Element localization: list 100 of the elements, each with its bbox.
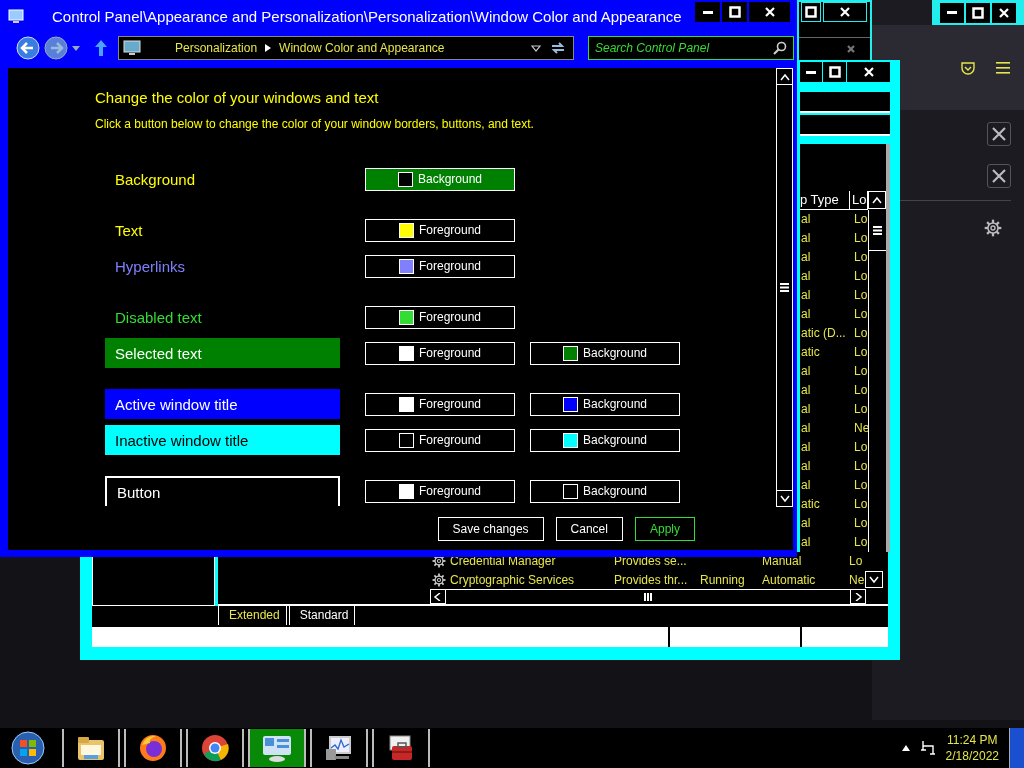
table-cell-text: al bbox=[800, 363, 812, 380]
network-button[interactable] bbox=[919, 740, 936, 756]
taskbar-app[interactable] bbox=[310, 729, 368, 767]
grip-icon bbox=[873, 225, 882, 235]
scroll-right-button[interactable] bbox=[850, 589, 866, 604]
table-cell-text: Lo bbox=[853, 363, 868, 380]
chevron-right-icon bbox=[853, 592, 863, 601]
table-cell-text: Lo bbox=[853, 230, 868, 247]
taskbar-app[interactable] bbox=[186, 729, 244, 767]
close-icon bbox=[991, 126, 1007, 142]
tray-expand-button[interactable] bbox=[901, 745, 910, 751]
forward-button[interactable] bbox=[44, 36, 68, 60]
history-dropdown[interactable] bbox=[72, 45, 80, 51]
pocket-icon bbox=[960, 59, 976, 76]
close-button[interactable] bbox=[992, 2, 1016, 23]
minimize-button[interactable] bbox=[940, 2, 964, 23]
breadcrumb-item[interactable]: Window Color and Appearance bbox=[279, 41, 445, 55]
minimize-button[interactable] bbox=[800, 62, 822, 82]
color-button[interactable]: Foreground bbox=[365, 341, 515, 365]
column-header[interactable]: p Type bbox=[800, 191, 850, 210]
address-bar[interactable]: Personalization Window Color and Appearance bbox=[118, 36, 574, 60]
maximize-button[interactable] bbox=[822, 62, 847, 82]
gear-icon bbox=[432, 572, 446, 587]
pocket-button[interactable] bbox=[960, 59, 976, 76]
table-cell-text: atic bbox=[800, 496, 821, 513]
chevron-down-icon bbox=[779, 494, 790, 503]
maximize-button[interactable] bbox=[722, 2, 747, 22]
close-button[interactable] bbox=[749, 2, 790, 22]
minimize-button[interactable] bbox=[695, 2, 720, 22]
table-cell-text: Lo bbox=[853, 382, 868, 399]
color-button[interactable]: Foreground bbox=[365, 392, 515, 416]
search-box[interactable]: Search Control Panel bbox=[588, 36, 794, 60]
color-button[interactable]: Foreground bbox=[365, 218, 515, 242]
caret-icon bbox=[72, 45, 80, 51]
start-orb-icon bbox=[11, 731, 45, 765]
action-button[interactable]: Cancel bbox=[555, 516, 623, 541]
table-cell-text: Lo bbox=[849, 554, 864, 569]
table-cell-text: Automatic bbox=[762, 572, 817, 587]
table-cell-text: Lo bbox=[853, 515, 868, 532]
service-name[interactable]: Credential Manager bbox=[450, 554, 614, 569]
table-cell-text: Lo bbox=[853, 325, 868, 342]
scroll-down-button[interactable] bbox=[777, 490, 792, 506]
clock[interactable]: 11:24 PM 2/18/2022 bbox=[945, 732, 999, 764]
close-button[interactable] bbox=[987, 122, 1011, 146]
back-button[interactable] bbox=[16, 36, 40, 60]
color-button[interactable]: Foreground bbox=[365, 479, 515, 503]
table-cell-text: Running bbox=[700, 572, 746, 587]
color-button[interactable]: Foreground bbox=[365, 254, 515, 278]
search-input[interactable]: Search Control Panel bbox=[595, 41, 773, 55]
action-button[interactable]: Save changes bbox=[437, 516, 544, 541]
window-title: Control Panel\Appearance and Personalization\Personalization\Window Color and Appearance bbox=[52, 7, 683, 25]
breadcrumb-item[interactable]: Personalization bbox=[175, 41, 258, 55]
color-button[interactable]: Background bbox=[530, 392, 680, 416]
color-button[interactable]: Foreground bbox=[365, 428, 515, 452]
service-name[interactable]: Cryptographic Services bbox=[450, 572, 614, 587]
table-cell-text: Lo bbox=[853, 534, 868, 551]
menu-button[interactable] bbox=[996, 61, 1010, 74]
settings-button[interactable] bbox=[984, 219, 1002, 237]
chevron-up-icon bbox=[872, 196, 882, 204]
table-cell-text: al bbox=[800, 458, 812, 475]
minimize-icon bbox=[947, 11, 957, 14]
refresh-icon bbox=[549, 40, 567, 56]
table-cell-text: Lo bbox=[853, 477, 868, 494]
table-cell-text: Lo bbox=[853, 249, 868, 266]
scroll-up-button[interactable] bbox=[868, 191, 886, 209]
color-button[interactable]: Background bbox=[530, 341, 680, 365]
table-cell-text: Lo bbox=[853, 344, 868, 361]
up-button[interactable] bbox=[94, 39, 108, 57]
start-button[interactable] bbox=[8, 728, 48, 768]
taskbar-app[interactable] bbox=[62, 729, 120, 767]
close-button[interactable] bbox=[987, 164, 1011, 188]
maximize-button[interactable] bbox=[801, 2, 821, 22]
close-button[interactable] bbox=[847, 62, 890, 82]
taskbar-app[interactable] bbox=[124, 729, 182, 767]
search-icon bbox=[773, 41, 787, 55]
taskbar-app[interactable] bbox=[372, 729, 430, 767]
scroll-down-button[interactable] bbox=[865, 571, 883, 589]
table-cell-text: al bbox=[800, 401, 812, 418]
close-icon bbox=[862, 66, 875, 78]
maximize-icon bbox=[728, 6, 741, 18]
minimize-icon bbox=[805, 70, 816, 74]
element-label: Inactive window title bbox=[115, 431, 249, 449]
scrollbar[interactable] bbox=[776, 68, 793, 507]
up-arrow-icon bbox=[94, 39, 108, 57]
show-desktop-button[interactable] bbox=[1009, 728, 1024, 768]
grip-icon bbox=[644, 593, 652, 601]
color-button[interactable]: Background bbox=[365, 167, 515, 191]
scroll-left-button[interactable] bbox=[430, 589, 446, 604]
table-cell-text: Lo bbox=[853, 306, 868, 323]
caret-up-icon bbox=[901, 745, 910, 751]
maximize-icon bbox=[805, 6, 817, 18]
color-button[interactable]: Background bbox=[530, 428, 680, 452]
color-button[interactable]: Foreground bbox=[365, 305, 515, 329]
restore-button[interactable] bbox=[966, 2, 990, 23]
grip-icon bbox=[780, 283, 789, 292]
menu-icon bbox=[996, 61, 1010, 74]
color-button[interactable]: Background bbox=[530, 479, 680, 503]
scroll-thumb[interactable] bbox=[446, 589, 850, 604]
table-cell-text: al bbox=[800, 477, 812, 494]
table-cell-text: Lo bbox=[853, 458, 868, 475]
